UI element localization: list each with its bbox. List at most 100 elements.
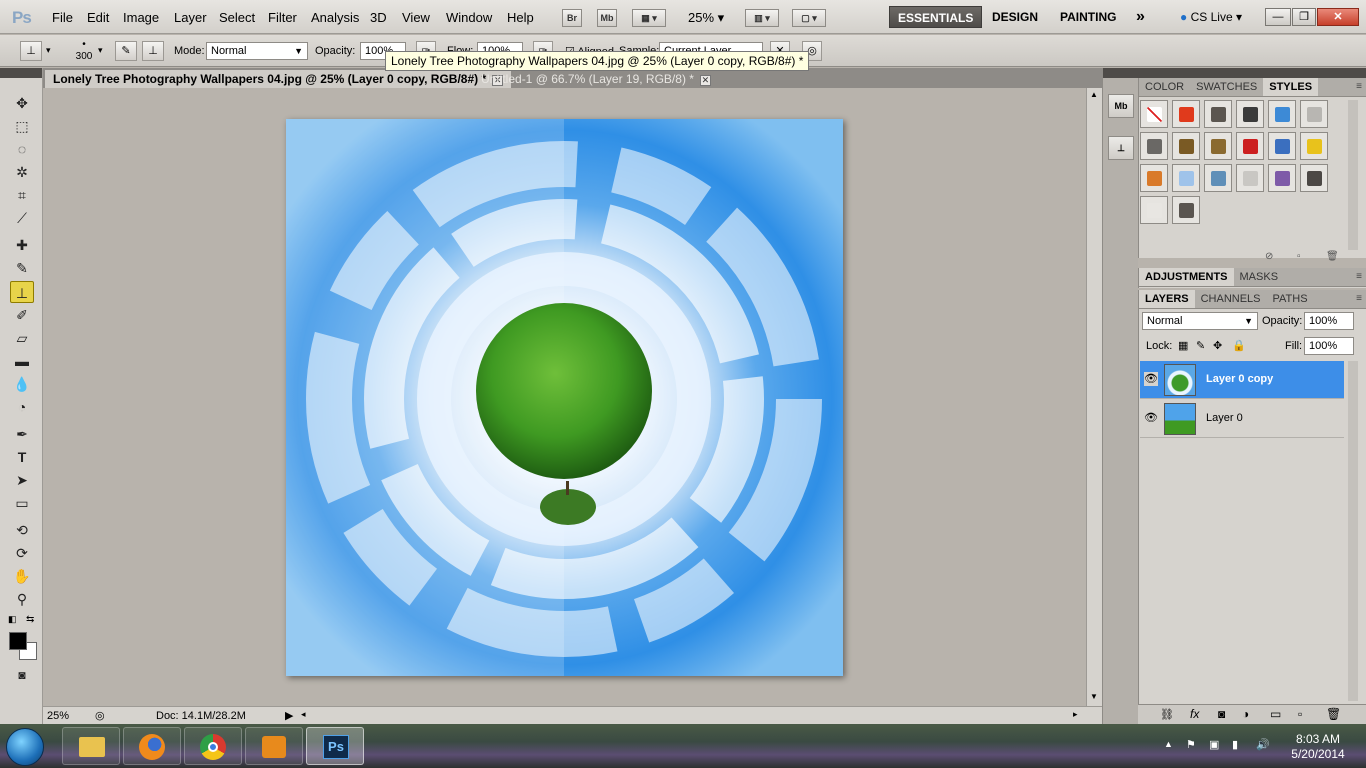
preset-dropdown-arrow[interactable]: ▾: [46, 45, 51, 56]
type-tool-icon[interactable]: T: [10, 446, 34, 468]
tab-paths[interactable]: PATHS: [1267, 290, 1314, 308]
status-info-icon[interactable]: ◎: [95, 709, 105, 722]
style-swatch[interactable]: [1140, 100, 1168, 128]
layer-opacity-input[interactable]: 100%: [1304, 312, 1354, 330]
canvas-area[interactable]: [43, 88, 1086, 706]
style-swatch[interactable]: [1140, 196, 1168, 224]
delete-style-icon[interactable]: 🗑: [1326, 251, 1339, 262]
taskbar-firefox-icon[interactable]: [123, 727, 181, 765]
tray-clock[interactable]: 8:03 AM 5/20/2014: [1282, 732, 1354, 762]
tab-layers[interactable]: LAYERS: [1139, 290, 1195, 308]
right-panel-header[interactable]: [1138, 68, 1366, 78]
style-swatch[interactable]: [1172, 196, 1200, 224]
default-colors-icon[interactable]: ◧: [8, 614, 17, 625]
move-tool-icon[interactable]: ✥: [10, 92, 34, 114]
new-group-icon[interactable]: ▭: [1270, 707, 1281, 721]
scroll-up-arrow[interactable]: ▲: [1090, 90, 1098, 99]
tab-lonely-tree[interactable]: Lonely Tree Photography Wallpapers 04.jp…: [45, 70, 512, 88]
view-extras-button[interactable]: ▦ ▾: [632, 9, 666, 27]
style-swatch[interactable]: [1300, 100, 1328, 128]
history-brush-tool-icon[interactable]: ✐: [10, 304, 34, 326]
clone-stamp-tool-icon[interactable]: ⊥: [10, 281, 34, 303]
document-canvas[interactable]: [286, 119, 843, 676]
style-swatch[interactable]: [1172, 132, 1200, 160]
mini-bridge-panel-icon[interactable]: Mb: [1108, 94, 1134, 118]
style-swatch[interactable]: [1204, 100, 1232, 128]
cs-live-menu[interactable]: ● CS Live ▾: [1180, 10, 1242, 24]
hscroll-left-arrow[interactable]: ◂: [301, 709, 306, 720]
zoom-tool-icon[interactable]: ⚲: [10, 588, 34, 610]
tray-device-icon[interactable]: ▣: [1209, 738, 1219, 751]
tab-untitled-1[interactable]: Untitled-1 @ 66.7% (Layer 19, RGB/8) * ✕: [473, 70, 719, 88]
gradient-tool-icon[interactable]: ▬: [10, 350, 34, 372]
tray-expand-icon[interactable]: ▲: [1164, 739, 1173, 749]
eraser-tool-icon[interactable]: ▱: [10, 327, 34, 349]
scroll-down-arrow[interactable]: ▼: [1090, 692, 1098, 701]
style-swatch[interactable]: [1204, 164, 1232, 192]
quick-mask-icon[interactable]: ◙: [10, 664, 34, 686]
workspace-design[interactable]: DESIGN: [984, 6, 1046, 28]
menu-view[interactable]: View: [402, 10, 430, 25]
close-button[interactable]: ✕: [1317, 8, 1359, 26]
fill-input[interactable]: 100%: [1304, 337, 1354, 355]
hand-tool-icon[interactable]: ✋: [10, 565, 34, 587]
crop-tool-icon[interactable]: ⌗: [10, 184, 34, 206]
taskbar-explorer-icon[interactable]: [62, 727, 120, 765]
tray-volume-icon[interactable]: 🔊: [1256, 738, 1270, 751]
lock-image-icon[interactable]: ✎: [1196, 339, 1205, 352]
taskbar-photoshop-icon[interactable]: Ps: [306, 727, 364, 765]
add-mask-icon[interactable]: ◙: [1218, 707, 1225, 721]
mini-bridge-button[interactable]: Mb: [597, 9, 617, 27]
style-swatch[interactable]: [1140, 132, 1168, 160]
style-swatch[interactable]: [1236, 164, 1264, 192]
blend-mode-select[interactable]: Normal ▼: [1142, 312, 1258, 330]
workspace-essentials[interactable]: ESSENTIALS: [889, 6, 983, 28]
tab-swatches[interactable]: SWATCHES: [1190, 78, 1263, 96]
status-menu-arrow[interactable]: ▶: [285, 709, 293, 722]
layer-row[interactable]: 👁 Layer 0: [1140, 400, 1344, 438]
lock-position-icon[interactable]: ✥: [1213, 339, 1222, 352]
menu-image[interactable]: Image: [123, 10, 159, 25]
panel-menu-icon[interactable]: ≡: [1356, 271, 1362, 282]
hscroll-right-arrow[interactable]: ▸: [1073, 709, 1078, 720]
3d-orbit-tool-icon[interactable]: ⟳: [10, 542, 34, 564]
style-swatch[interactable]: [1204, 132, 1232, 160]
lasso-tool-icon[interactable]: ◌: [10, 138, 34, 160]
style-swatch[interactable]: [1268, 100, 1296, 128]
tab-styles[interactable]: STYLES: [1263, 78, 1319, 96]
tab-color[interactable]: COLOR: [1139, 78, 1190, 96]
style-swatch[interactable]: [1172, 100, 1200, 128]
minimize-button[interactable]: —: [1265, 8, 1291, 26]
layers-scrollbar[interactable]: [1348, 361, 1358, 701]
menu-filter[interactable]: Filter: [268, 10, 297, 25]
quick-selection-tool-icon[interactable]: ✲: [10, 161, 34, 183]
menu-file[interactable]: File: [52, 10, 73, 25]
style-swatch[interactable]: [1236, 100, 1264, 128]
screen-mode-button[interactable]: ▢ ▾: [792, 9, 826, 27]
style-swatch[interactable]: [1268, 164, 1296, 192]
workspace-painting[interactable]: PAINTING: [1052, 6, 1124, 28]
layer-row[interactable]: 👁 Layer 0 copy: [1140, 361, 1344, 399]
layer-style-icon[interactable]: fx: [1190, 707, 1199, 721]
mode-select[interactable]: Normal ▼: [206, 42, 308, 60]
bridge-button[interactable]: Br: [562, 9, 582, 27]
panel-menu-icon[interactable]: ≡: [1356, 81, 1362, 92]
menu-analysis[interactable]: Analysis: [311, 10, 359, 25]
clear-style-icon[interactable]: ⊘: [1265, 251, 1273, 262]
zoom-level-dropdown[interactable]: 25% ▾: [688, 10, 724, 26]
menu-layer[interactable]: Layer: [174, 10, 207, 25]
tray-flag-icon[interactable]: ⚑: [1186, 738, 1196, 751]
clone-source-icon[interactable]: ⊥: [142, 41, 164, 61]
taskbar-media-player-icon[interactable]: [245, 727, 303, 765]
visibility-eye-icon[interactable]: 👁: [1144, 411, 1158, 425]
style-swatch[interactable]: [1268, 132, 1296, 160]
clone-stamp-preset-icon[interactable]: ⊥: [20, 41, 42, 61]
lock-all-icon[interactable]: 🔒: [1232, 339, 1246, 352]
icon-strip-header[interactable]: [1103, 68, 1138, 78]
new-style-icon[interactable]: ▫: [1297, 251, 1301, 262]
styles-scrollbar[interactable]: [1348, 100, 1358, 250]
pen-tool-icon[interactable]: ✒: [10, 423, 34, 445]
layer-name[interactable]: Layer 0: [1206, 412, 1243, 424]
delete-layer-icon[interactable]: 🗑: [1326, 707, 1341, 721]
healing-brush-tool-icon[interactable]: ✚: [10, 234, 34, 256]
